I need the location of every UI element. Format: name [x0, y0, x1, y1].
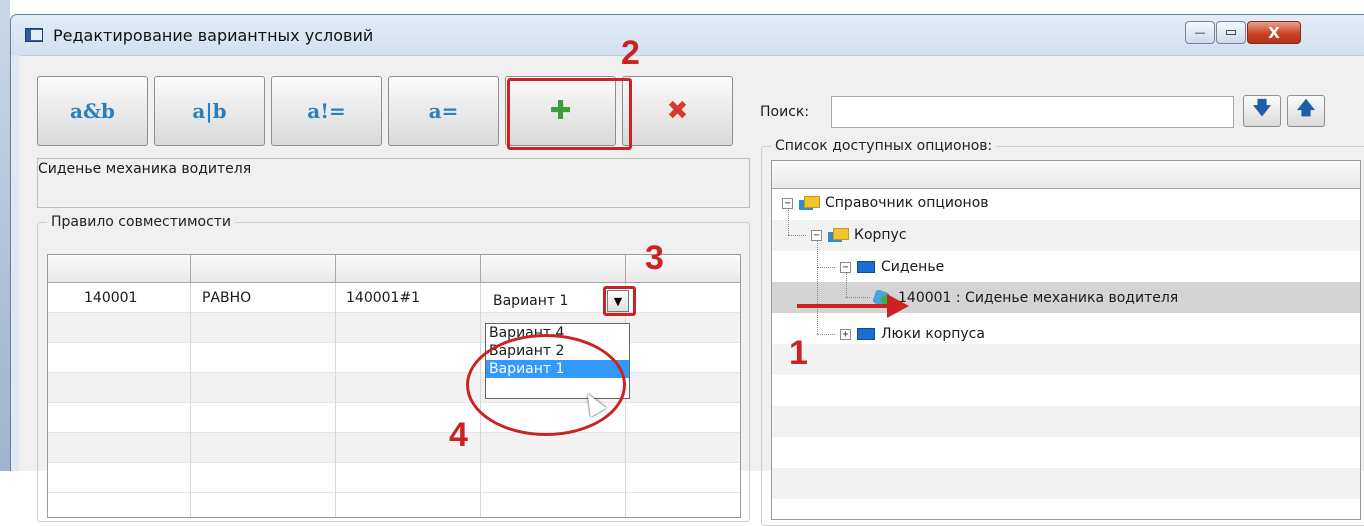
highlight-add-button: [507, 78, 632, 150]
table-row: [48, 433, 740, 463]
arrow-up-icon: 🡅: [1296, 98, 1316, 119]
tree-node-root[interactable]: − Справочник опционов: [782, 195, 989, 211]
table-row: [48, 463, 740, 493]
or-label: a|b: [192, 99, 227, 123]
folder-icon: [799, 196, 820, 210]
cell-code: 140001: [84, 290, 138, 306]
or-button[interactable]: a|b: [154, 76, 265, 146]
tree-row: [772, 468, 1360, 499]
tree-node-label: Справочник опционов: [825, 195, 989, 211]
dialog-window: Редактирование вариантных условий — ▭ X …: [10, 14, 1364, 526]
table-row: [48, 313, 740, 343]
tree-node-sidenie[interactable]: − Сиденье: [840, 259, 944, 275]
collapse-icon[interactable]: −: [782, 197, 793, 209]
collapse-icon[interactable]: −: [840, 261, 851, 273]
variant-combo-value[interactable]: Вариант 1: [493, 293, 568, 309]
cell-operator: РАВНО: [202, 290, 252, 306]
tree-node-label: Корпус: [854, 227, 907, 243]
minimize-button[interactable]: —: [1185, 21, 1215, 44]
rule-group-label: Правило совместимости: [47, 214, 236, 230]
and-button[interactable]: a&b: [37, 76, 148, 146]
equal-button[interactable]: a=: [388, 76, 499, 146]
search-input[interactable]: [831, 96, 1234, 128]
tree-node-label: Люки корпуса: [881, 326, 985, 342]
annotation-4: 4: [449, 416, 468, 454]
tree-node-label: 140001 : Сиденье механика водителя: [898, 290, 1179, 306]
options-tree-header: [772, 161, 1360, 189]
rule-table: 140001 РАВНО 140001#1 Вариант 1 ▼: [47, 254, 741, 518]
annotation-1: 1: [789, 334, 808, 372]
expand-icon[interactable]: +: [840, 328, 851, 340]
tree-row: [772, 344, 1360, 375]
maximize-button[interactable]: ▭: [1216, 21, 1246, 44]
table-row: [48, 403, 740, 433]
options-group-label: Список доступных опционов:: [771, 138, 997, 154]
arrow-down-icon: 🡇: [1252, 98, 1272, 119]
tree-node-lyuki[interactable]: + Люки корпуса: [840, 326, 985, 342]
desktop-strip: [0, 0, 10, 471]
search-prev-button[interactable]: 🡅: [1287, 95, 1325, 127]
delete-button[interactable]: ✖: [622, 76, 733, 146]
annotation-3: 3: [645, 239, 664, 277]
window-icon: [25, 28, 43, 42]
highlight-dropdown-options: [466, 334, 626, 436]
cell-value: 140001#1: [346, 290, 421, 306]
table-row[interactable]: 140001 РАВНО 140001#1 Вариант 1: [48, 283, 740, 313]
highlight-dropdown-button: [603, 286, 636, 316]
option-group-icon: [857, 261, 875, 273]
and-label: a&b: [70, 99, 115, 123]
close-icon: X: [1268, 23, 1280, 42]
rule-table-header: [48, 255, 740, 283]
annotation-arrow: [797, 294, 909, 318]
search-label: Поиск:: [760, 104, 810, 120]
dialog-content: a&b a|b a!= a= ✚ ✖ 2 Сиденье механика во…: [19, 34, 1364, 526]
tree-row: [772, 406, 1360, 437]
delete-icon: ✖: [666, 96, 689, 126]
maximize-icon: ▭: [1224, 25, 1238, 40]
folder-icon: [828, 228, 849, 242]
minimize-icon: —: [1194, 26, 1206, 39]
tree-node-korpus[interactable]: − Корпус: [811, 227, 907, 243]
search-next-button[interactable]: 🡇: [1243, 95, 1281, 127]
table-row: [48, 373, 740, 403]
not-equal-button[interactable]: a!=: [271, 76, 382, 146]
tree-node-selected-option[interactable]: 140001 : Сиденье механика водителя: [872, 289, 1178, 307]
table-row: [48, 343, 740, 373]
description-field[interactable]: Сиденье механика водителя: [37, 158, 750, 208]
window-title: Редактирование вариантных условий: [53, 26, 374, 45]
description-text: Сиденье механика водителя: [38, 161, 252, 177]
annotation-2: 2: [621, 34, 640, 72]
tree-node-label: Сиденье: [881, 259, 945, 275]
option-group-icon: [857, 328, 875, 340]
title-bar: Редактирование вариантных условий — ▭ X: [11, 15, 1364, 55]
not-equal-label: a!=: [307, 99, 346, 123]
collapse-icon[interactable]: −: [811, 229, 822, 241]
equal-label: a=: [428, 99, 459, 123]
close-button[interactable]: X: [1247, 21, 1301, 44]
options-tree: − Справочник опционов − Корпус − Сиденье…: [771, 160, 1361, 520]
